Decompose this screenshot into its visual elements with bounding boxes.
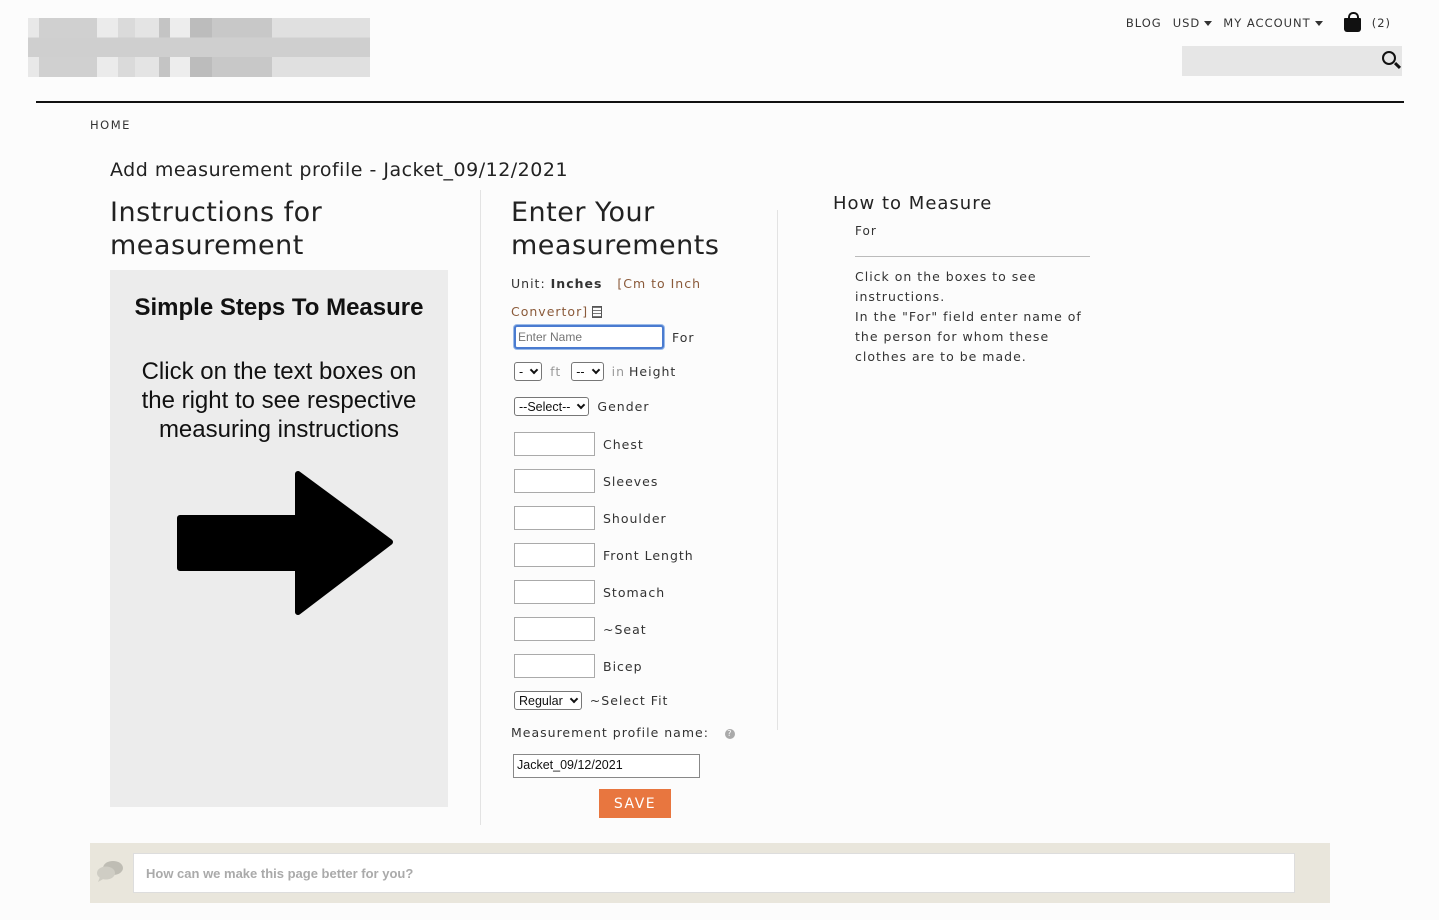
measure-row: ~Seat: [514, 617, 647, 641]
gender-label: Gender: [597, 399, 650, 414]
my-account-menu[interactable]: MY ACCOUNT: [1223, 16, 1323, 30]
measure-row: Front Length: [514, 543, 694, 567]
unit-value: Inches: [550, 276, 603, 291]
feedback-bar: How can we make this page better for you…: [90, 843, 1330, 903]
logo-block: [135, 18, 159, 77]
front-length-input[interactable]: [514, 543, 595, 567]
currency-selector[interactable]: USD: [1173, 16, 1213, 30]
unit-prefix: Unit:: [511, 276, 551, 291]
logo-block: [272, 18, 370, 77]
logo-block: [28, 18, 39, 77]
chevron-down-icon: [591, 365, 600, 374]
seat-label: ~Seat: [603, 621, 647, 637]
instruction-line: In the "For" field enter name of the per…: [855, 309, 1082, 364]
fit-label: ~Select Fit: [589, 693, 669, 708]
feedback-input[interactable]: How can we make this page better for you…: [133, 853, 1295, 893]
height-inches-value: --: [576, 364, 585, 379]
chevron-down-icon: [569, 694, 579, 703]
shopping-bag-icon[interactable]: [1343, 12, 1361, 32]
chat-bubbles-icon: [97, 861, 123, 882]
logo-block: [190, 18, 212, 77]
fit-row: Regular ~Select Fit: [514, 691, 668, 710]
profile-name-label: Measurement profile name:: [511, 725, 709, 740]
profile-name-label-row: Measurement profile name:?: [511, 725, 735, 740]
front-length-label: Front Length: [603, 547, 694, 563]
fit-select[interactable]: Regular: [514, 691, 582, 710]
breadcrumb-home[interactable]: HOME: [90, 118, 131, 132]
gender-select[interactable]: --Select--: [514, 397, 590, 416]
stomach-label: Stomach: [603, 584, 666, 600]
search-input[interactable]: [1182, 46, 1402, 76]
height-label: Height: [629, 364, 677, 379]
bicep-input[interactable]: [514, 654, 595, 678]
bicep-label: Bicep: [603, 658, 643, 674]
inches-label: in: [611, 364, 625, 379]
how-to-measure-text: Click on the boxes to see instructions. …: [855, 267, 1100, 367]
measure-row: Bicep: [514, 654, 643, 678]
sleeves-input[interactable]: [514, 469, 595, 493]
how-to-measure-heading: How to Measure: [833, 193, 993, 214]
name-input[interactable]: [514, 325, 664, 349]
search-icon[interactable]: [1382, 51, 1396, 65]
instructions-panel: Simple Steps To Measure Click on the tex…: [110, 270, 448, 807]
chevron-down-icon: [529, 365, 539, 374]
gender-row: --Select-- Gender: [514, 397, 649, 416]
gender-value: --Select--: [519, 399, 571, 414]
measure-row: Sleeves: [514, 469, 658, 493]
chevron-down-icon: [577, 400, 586, 409]
logo-block: [39, 18, 97, 77]
panel-text: Click on the text boxes on the right to …: [141, 358, 417, 443]
shoulder-label: Shoulder: [603, 510, 667, 526]
for-label: For: [672, 329, 695, 345]
panel-heading: Simple Steps To Measure: [134, 294, 424, 321]
fit-value: Regular: [519, 693, 563, 708]
arrow-right-icon: [177, 471, 393, 615]
chest-label: Chest: [603, 436, 644, 452]
save-button[interactable]: SAVE: [599, 789, 671, 818]
instructions-heading: Instructions for measurement: [110, 197, 323, 261]
logo-block: [97, 18, 118, 77]
profile-name-input[interactable]: Jacket_09/12/2021: [513, 754, 700, 778]
top-nav: BLOG USD MY ACCOUNT (2): [1126, 12, 1391, 32]
stomach-input[interactable]: [514, 580, 595, 604]
seat-input[interactable]: [514, 617, 595, 641]
sleeves-label: Sleeves: [603, 473, 659, 489]
measurements-heading: Enter Your measurements: [511, 197, 720, 261]
name-row: For: [514, 325, 695, 349]
site-logo[interactable]: [28, 18, 370, 77]
feet-label: ft: [550, 364, 562, 379]
column-divider: [480, 190, 481, 825]
shoulder-input[interactable]: [514, 506, 595, 530]
measure-row: Stomach: [514, 580, 665, 604]
height-feet-value: -: [519, 364, 524, 379]
logo-block: [212, 18, 272, 77]
unit-info: Unit: Inches [Cm to Inch Convertor]: [511, 270, 711, 326]
column-divider: [777, 210, 778, 730]
divider: [855, 256, 1090, 257]
caret-down-icon: [1314, 21, 1323, 26]
blog-link[interactable]: BLOG: [1126, 16, 1162, 30]
header-divider: [36, 101, 1404, 103]
logo-block: [118, 18, 135, 77]
logo-block: [159, 18, 170, 77]
height-row: - ft -- in Height: [514, 362, 676, 381]
instruction-line: Click on the boxes to see instructions.: [855, 269, 1037, 304]
measure-row: Shoulder: [514, 506, 667, 530]
calculator-icon[interactable]: [592, 306, 603, 318]
caret-down-icon: [1204, 21, 1213, 26]
cart-count[interactable]: (2): [1372, 16, 1391, 30]
logo-block: [170, 18, 190, 77]
my-account-label: MY ACCOUNT: [1223, 16, 1311, 30]
page-title: Add measurement profile - Jacket_09/12/2…: [110, 159, 569, 181]
for-name-label: For: [855, 224, 877, 238]
measure-row: Chest: [514, 432, 644, 456]
height-inches-select[interactable]: --: [571, 362, 604, 381]
height-feet-select[interactable]: -: [514, 362, 543, 381]
help-icon[interactable]: ?: [724, 728, 735, 739]
currency-label: USD: [1172, 16, 1201, 30]
chest-input[interactable]: [514, 432, 595, 456]
